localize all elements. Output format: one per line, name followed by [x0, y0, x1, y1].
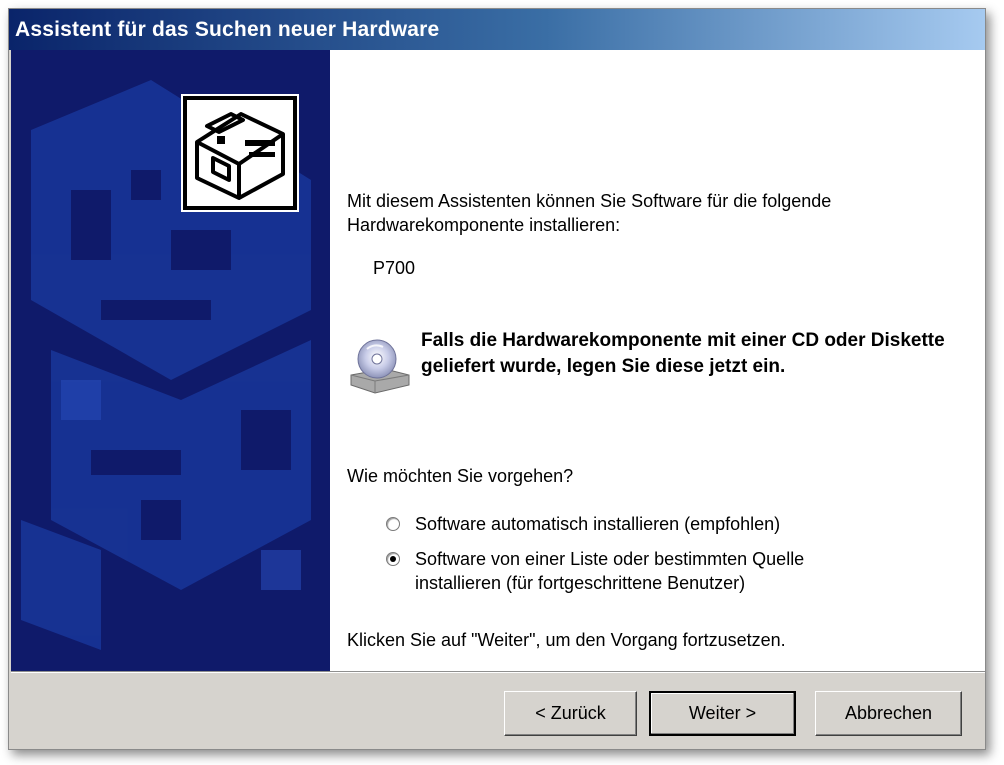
back-button[interactable]: < Zurück: [504, 691, 637, 736]
radio-selected-dot: [390, 556, 396, 562]
next-button[interactable]: Weiter >: [649, 691, 796, 736]
button-separator: [11, 671, 985, 673]
radio-list-install[interactable]: [386, 552, 400, 566]
radio-auto-install[interactable]: [386, 517, 400, 531]
device-name: P700: [373, 258, 416, 278]
wizard-window: Assistent für das Suchen neuer Hardware: [8, 8, 986, 750]
radio-auto-install-label[interactable]: Software automatisch installieren (empfo…: [415, 512, 780, 536]
hardware-card-icon: [181, 94, 299, 212]
radio-list-install-label[interactable]: Software von einer Liste oder bestimmten…: [415, 547, 875, 595]
cancel-button[interactable]: Abbrechen: [815, 691, 962, 736]
wizard-sidebar: [11, 50, 330, 671]
intro-text: Mit diesem Assistenten können Sie Softwa…: [347, 191, 832, 235]
window-title: Assistent für das Suchen neuer Hardware: [15, 18, 440, 41]
title-bar[interactable]: Assistent für das Suchen neuer Hardware: [9, 9, 985, 50]
cd-notice-text: Falls die Hardwarekomponente mit einer C…: [421, 330, 945, 377]
question-text: Wie möchten Sie vorgehen?: [347, 466, 574, 486]
footer-hint: Klicken Sie auf "Weiter", um den Vorgang…: [347, 630, 786, 650]
wizard-content: Mit diesem Assistenten können Sie Softwa…: [330, 50, 985, 671]
cd-drive-icon: [347, 335, 411, 395]
